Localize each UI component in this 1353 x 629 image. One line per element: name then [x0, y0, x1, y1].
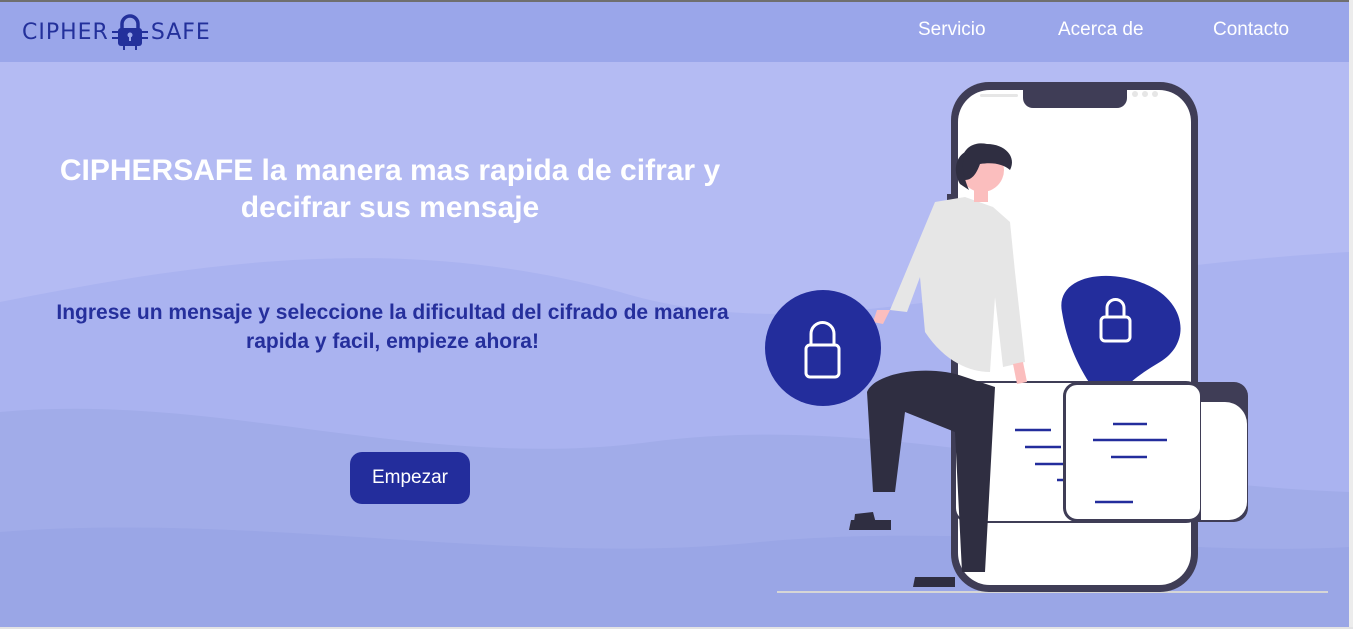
hero-section: CIPHERSAFE la manera mas rapida de cifra… — [0, 62, 1349, 627]
window-right-border — [1349, 0, 1353, 629]
start-button[interactable]: Empezar — [350, 452, 470, 504]
top-header: CIPHER SAFE Servicio Acerca de Contacto — [0, 2, 1349, 62]
nav-servicio[interactable]: Servicio — [918, 19, 986, 41]
brand-left-word: CIPHER — [22, 19, 109, 45]
hero-title: CIPHERSAFE la manera mas rapida de cifra… — [59, 154, 721, 225]
security-illustration — [765, 82, 1328, 593]
brand-right-word: SAFE — [150, 19, 211, 45]
message-card-icon — [954, 381, 1248, 523]
hero-subtitle: Ingrese un mensaje y seleccione la dific… — [56, 301, 729, 353]
nav-contacto[interactable]: Contacto — [1213, 19, 1289, 41]
brand-logo[interactable]: CIPHER SAFE — [22, 12, 211, 52]
nav-acerca-de[interactable]: Acerca de — [1058, 19, 1144, 41]
lock-icon — [111, 14, 148, 50]
lock-icon — [765, 290, 881, 406]
